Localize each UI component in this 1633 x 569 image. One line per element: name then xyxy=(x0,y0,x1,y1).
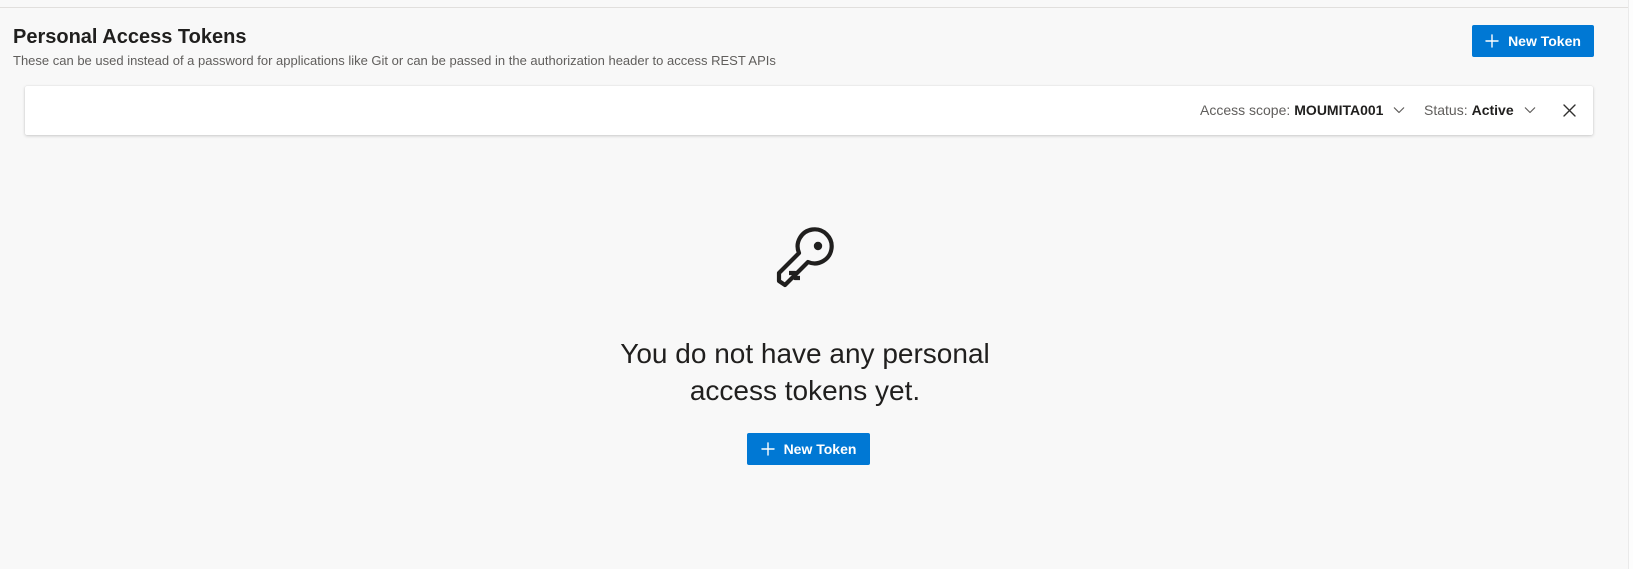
page-header: Personal Access Tokens These can be used… xyxy=(13,25,1593,75)
new-token-button[interactable]: New Token xyxy=(1472,25,1594,57)
access-scope-value: MOUMITA001 xyxy=(1294,102,1384,118)
filter-bar: Access scope: MOUMITA001 Status: Active xyxy=(25,86,1593,135)
page-subtitle: These can be used instead of a password … xyxy=(13,53,776,68)
status-filter[interactable]: Status: Active xyxy=(1424,100,1536,120)
personal-access-tokens-page: Personal Access Tokens These can be used… xyxy=(0,0,1633,569)
scrollbar-edge[interactable] xyxy=(1628,0,1633,569)
chevron-down-icon xyxy=(1524,107,1536,114)
close-filter-button[interactable] xyxy=(1559,100,1579,120)
new-token-center-label: New Token xyxy=(783,441,857,457)
top-divider xyxy=(0,7,1629,8)
access-scope-label: Access scope: xyxy=(1200,102,1291,118)
page-title: Personal Access Tokens xyxy=(13,26,247,48)
empty-message: You do not have any personal access toke… xyxy=(620,338,990,406)
status-value: Active xyxy=(1471,102,1514,118)
empty-state: You do not have any personal access toke… xyxy=(565,220,1045,480)
plus-icon xyxy=(1485,34,1499,48)
close-icon xyxy=(1562,103,1576,117)
new-token-button-label: New Token xyxy=(1508,33,1581,49)
key-icon xyxy=(776,227,834,288)
chevron-down-icon xyxy=(1394,107,1405,114)
plus-icon xyxy=(760,442,775,456)
access-scope-filter[interactable]: Access scope: MOUMITA001 xyxy=(1200,100,1405,120)
status-label: Status: xyxy=(1424,102,1468,118)
new-token-button-center[interactable]: New Token xyxy=(747,433,870,465)
